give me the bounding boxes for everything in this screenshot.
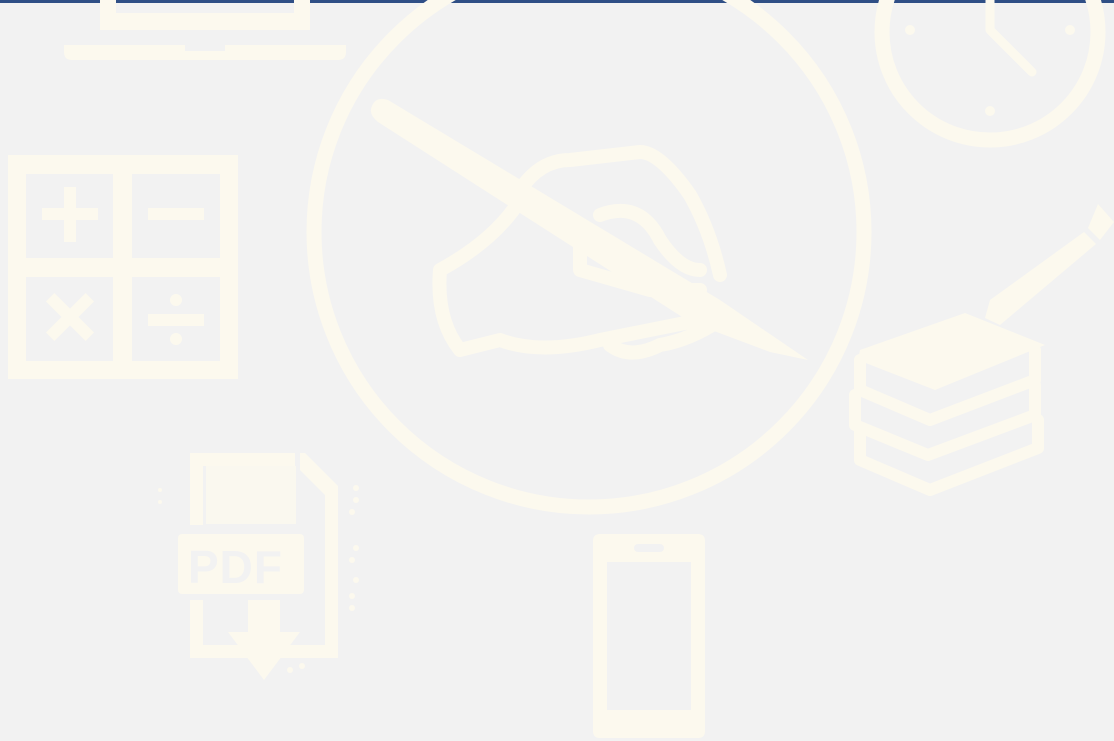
pen-writing-hand-icon [306,0,872,515]
clock-icon [874,0,1106,148]
decorative-background: PDF [0,0,1114,741]
calculator-icon [8,155,238,379]
icon-pattern: PDF [8,0,1114,738]
pdf-label: PDF [188,541,283,593]
pdf-download-icon: PDF [158,453,359,680]
smartphone-icon [593,534,705,738]
books-pencil-icon [849,204,1114,496]
laptop-icon [64,0,346,60]
